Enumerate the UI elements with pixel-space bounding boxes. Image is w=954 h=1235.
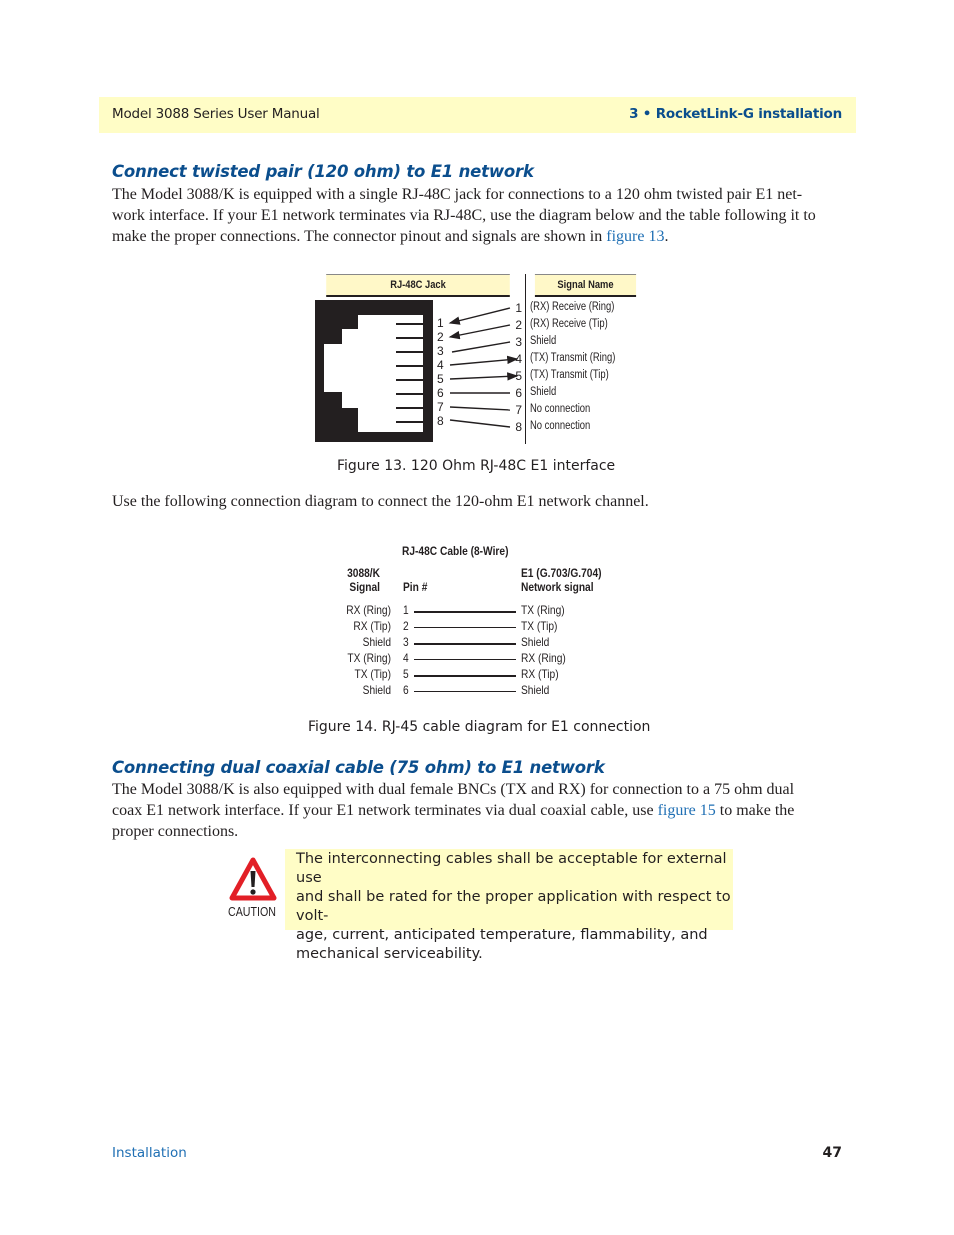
connection-diagram-intro: Use the following connection diagram to … (112, 493, 649, 510)
network-signal: TX (Tip) (521, 619, 558, 633)
para-line: work interface. If your E1 network termi… (112, 207, 816, 224)
column-header-signal: Signal Name (534, 274, 637, 297)
wire-8 (449, 419, 511, 428)
pin-header: Pin # (403, 580, 428, 594)
jack-pin-label: 5 (437, 372, 444, 386)
para-line: coax E1 network interface. If your E1 ne… (112, 800, 847, 821)
network-signal: RX (Tip) (521, 667, 559, 681)
para-line: The Model 3088/K is also equipped with d… (112, 781, 795, 798)
signal-pin-number: 8 (515, 420, 522, 434)
section-heading-twisted-pair: Connect twisted pair (120 ohm) to E1 net… (112, 162, 534, 181)
para-text: to make the (715, 802, 795, 819)
wire-line (414, 675, 516, 677)
wire-lines (448, 307, 519, 428)
pin-number: 4 (403, 651, 409, 665)
section-heading-coaxial: Connecting dual coaxial cable (75 ohm) t… (112, 758, 605, 777)
left-header-signal: Signal (349, 580, 380, 594)
network-signal: TX (Ring) (521, 603, 565, 617)
pin-number: 1 (403, 603, 409, 617)
para-text: coax E1 network interface. If your E1 ne… (112, 802, 658, 819)
right-header-e1: E1 (G.703/G.704) (521, 566, 602, 580)
signal-name: Shield (530, 386, 557, 398)
rj48c-jack-drawing (315, 300, 519, 442)
network-signal: Shield (521, 635, 550, 649)
left-header-model: 3088/K (347, 566, 380, 580)
section-paragraph-coaxial: The Model 3088/K is also equipped with d… (112, 779, 847, 842)
caution-line: and shall be rated for the proper applic… (296, 889, 731, 924)
device-signal: TX (Tip) (354, 667, 391, 681)
caution-label: CAUTION (228, 904, 276, 919)
signal-pin-number: 1 (515, 301, 522, 315)
signal-pin-number: 2 (515, 318, 522, 332)
caution-line: age, current, anticipated temperature, f… (296, 927, 708, 943)
jack-pin-label: 1 (437, 316, 444, 330)
figure-13-caption: Figure 13. 120 Ohm RJ-48C E1 interface (337, 458, 616, 474)
jack-pin-label: 6 (437, 386, 444, 400)
wire-line (414, 627, 516, 628)
wire-line (414, 691, 516, 692)
para-text: make the proper connections. The connect… (112, 228, 607, 245)
jack-pin-label: 2 (437, 330, 444, 344)
pin-number: 3 (403, 635, 409, 649)
device-signal: Shield (362, 635, 391, 649)
signal-pin-number: 4 (515, 352, 522, 366)
figure-13-link[interactable]: figure 13 (606, 228, 664, 245)
pin-number: 5 (403, 667, 409, 681)
warning-triangle-icon (229, 857, 277, 901)
figure-13-rj48c-pinout: RJ-48C Jack Signal Name 1 2 3 4 5 6 7 8 … (310, 274, 645, 444)
signal-name: No connection (530, 403, 591, 415)
para-text: . (664, 228, 669, 245)
wire-1 (448, 307, 511, 325)
figure-14-caption: Figure 14. RJ-45 cable diagram for E1 co… (308, 719, 651, 735)
manual-title: Model 3088 Series User Manual (112, 106, 320, 122)
jack-pin-label: 3 (437, 344, 444, 358)
para-line: The Model 3088/K is equipped with a sing… (112, 186, 803, 203)
wire-4 (449, 355, 519, 366)
jack-pin-label: 4 (437, 358, 444, 372)
wire-5 (449, 372, 519, 381)
figure-15-link[interactable]: figure 15 (658, 802, 716, 819)
page-number: 47 (822, 1145, 842, 1161)
device-signal: RX (Tip) (353, 619, 391, 633)
caution-text: The interconnecting cables shall be acce… (296, 850, 736, 964)
wire-7 (449, 406, 511, 411)
signal-name: (RX) Receive (Tip) (530, 318, 608, 330)
pin-number: 6 (403, 683, 409, 697)
wire-2 (448, 324, 511, 340)
chapter-title: 3 • RocketLink-G installation (629, 106, 842, 122)
wire-3 (451, 341, 511, 353)
right-header-network-signal: Network signal (521, 580, 594, 594)
device-signal: TX (Ring) (347, 651, 391, 665)
wire-line (414, 611, 516, 613)
pin-number: 2 (403, 619, 409, 633)
network-signal: RX (Ring) (521, 651, 566, 665)
para-line: make the proper connections. The connect… (112, 226, 847, 247)
signal-name: (TX) Transmit (Tip) (530, 369, 609, 381)
device-signal: RX (Ring) (346, 603, 391, 617)
section-paragraph-twisted-pair: The Model 3088/K is equipped with a sing… (112, 184, 847, 247)
network-signal: Shield (521, 683, 550, 697)
signal-name: (RX) Receive (Ring) (530, 301, 615, 313)
signal-pin-number: 3 (515, 335, 522, 349)
device-signal: Shield (362, 683, 391, 697)
footer-section-link[interactable]: Installation (112, 1145, 187, 1161)
caution-line: mechanical serviceability. (296, 946, 483, 962)
jack-pin-label: 7 (437, 400, 444, 414)
wire-line (414, 643, 516, 645)
signal-name: Shield (530, 335, 557, 347)
signal-name: (TX) Transmit (Ring) (530, 352, 616, 364)
signal-pin-number: 7 (515, 403, 522, 417)
caution-line: The interconnecting cables shall be acce… (296, 851, 727, 886)
wire-line (414, 659, 516, 660)
signal-name: No connection (530, 420, 591, 432)
signal-pin-number: 5 (515, 369, 522, 383)
jack-pin-label: 8 (437, 414, 444, 428)
para-line: proper connections. (112, 823, 239, 840)
cable-title: RJ-48C Cable (8-Wire) (402, 544, 509, 558)
signal-pin-number: 6 (515, 386, 522, 400)
